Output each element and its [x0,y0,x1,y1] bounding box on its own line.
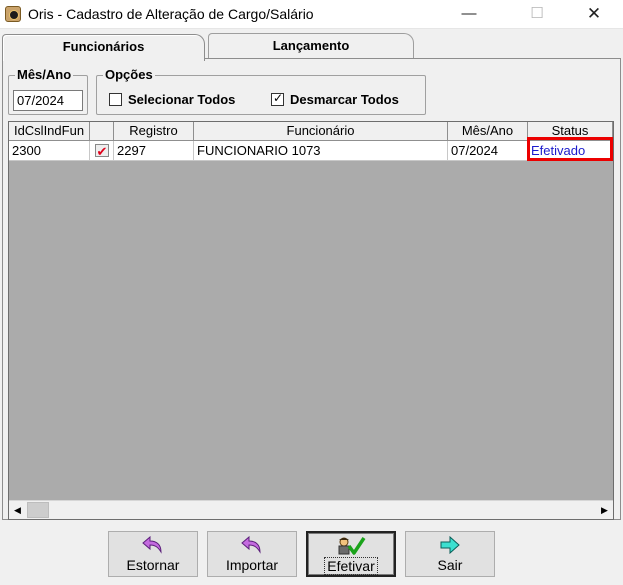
title-bar: Oris - Cadastro de Alteração de Cargo/Sa… [0,0,623,29]
cell-mes-ano[interactable]: 07/2024 [448,141,528,161]
sair-button[interactable]: Sair [405,531,495,577]
app-logo-icon [5,6,21,22]
importar-button[interactable]: Importar [207,531,297,577]
sair-label: Sair [437,557,463,573]
column-header-check[interactable] [90,122,114,141]
options-group: Opções Selecionar Todos Desmarcar Todos [96,67,426,115]
window-title: Oris - Cadastro de Alteração de Cargo/Sa… [28,6,314,22]
close-button[interactable]: ✕ [571,0,617,29]
tab-lancamento[interactable]: Lançamento [208,33,414,59]
employees-grid[interactable]: IdCslIndFun Registro Funcionário Mês/Ano… [8,121,614,520]
column-header-registro[interactable]: Registro [114,122,194,141]
unselect-all-checkbox[interactable] [271,91,284,106]
column-header-status[interactable]: Status [528,122,613,141]
grid-header: IdCslIndFun Registro Funcionário Mês/Ano… [9,122,613,141]
cell-check[interactable] [90,141,114,161]
options-group-title: Opções [103,67,155,82]
unselect-all-label: Desmarcar Todos [290,92,399,107]
cell-registro[interactable]: 2297 [114,141,194,161]
tab-strip: Funcionários Lançamento [0,31,623,61]
table-row[interactable]: 2300 2297 FUNCIONARIO 1073 07/2024 Efeti… [9,141,613,161]
cell-status[interactable]: Efetivado [528,141,613,161]
cell-id[interactable]: 2300 [9,141,90,161]
importar-label: Importar [225,557,279,573]
minimize-button[interactable]: — [446,0,492,29]
estornar-button[interactable]: Estornar [108,531,198,577]
cell-funcionario[interactable]: FUNCIONARIO 1073 [194,141,448,161]
purple-curved-arrow-icon [208,535,296,555]
month-group-title: Mês/Ano [15,67,74,82]
select-all-checkbox[interactable] [109,93,122,106]
person-checkmark-icon [308,536,394,556]
efetivar-label: Efetivar [308,557,394,575]
column-header-id[interactable]: IdCslIndFun [9,122,90,141]
estornar-label: Estornar [126,557,180,573]
column-header-funcionario[interactable]: Funcionário [194,122,448,141]
purple-curved-arrow-icon [109,535,197,555]
maximize-button[interactable]: ☐ [514,0,560,29]
horizontal-scrollbar[interactable]: ◀ ▶ [9,500,613,519]
teal-right-arrow-icon [406,535,494,555]
red-check-icon[interactable] [94,142,109,160]
column-header-mes-ano[interactable]: Mês/Ano [448,122,528,141]
efetivar-button[interactable]: Efetivar [306,531,396,577]
month-year-input[interactable]: 07/2024 [13,90,83,111]
scroll-left-arrow-icon[interactable]: ◀ [9,501,26,519]
month-group: Mês/Ano 07/2024 [8,67,88,115]
scroll-right-arrow-icon[interactable]: ▶ [596,501,613,519]
scroll-thumb[interactable] [27,502,49,518]
select-all-option[interactable]: Selecionar Todos [109,92,235,107]
tab-funcionarios[interactable]: Funcionários [2,34,205,61]
unselect-all-option[interactable]: Desmarcar Todos [271,91,399,107]
select-all-label: Selecionar Todos [128,92,236,107]
